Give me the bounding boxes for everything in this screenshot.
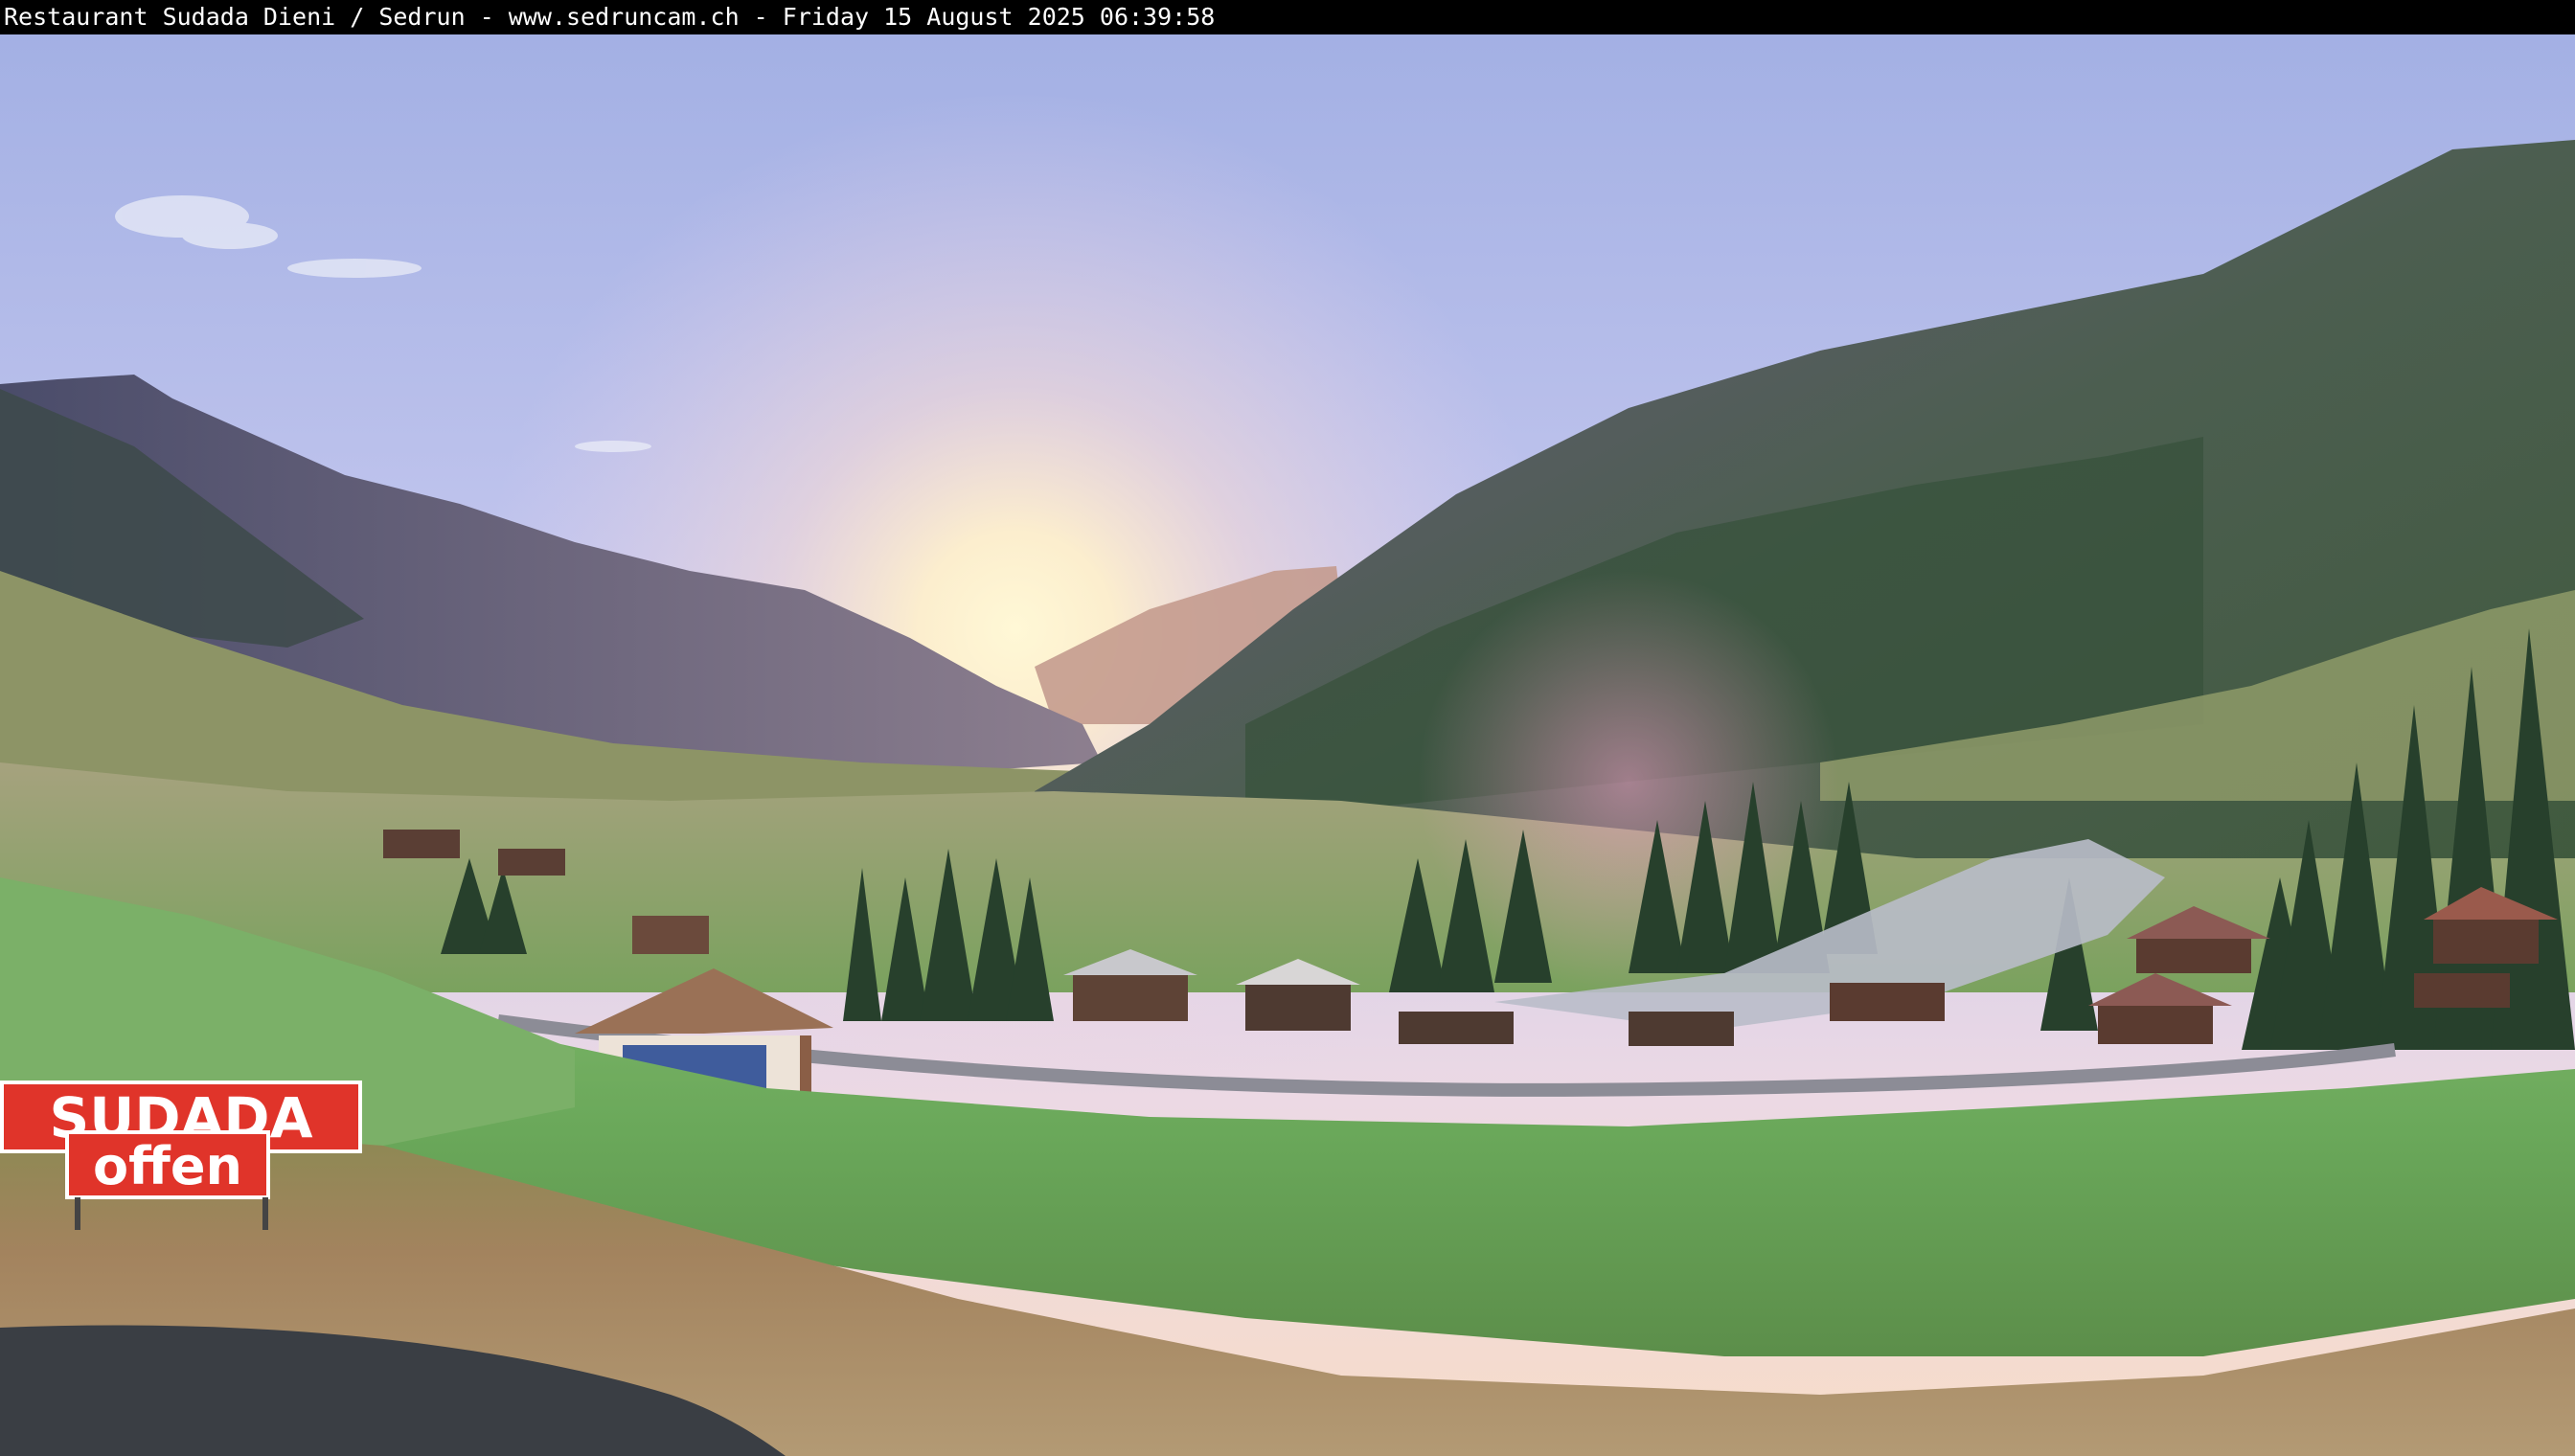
landscape-scene: SUDADA offen (0, 34, 2575, 1456)
caption-bar: Restaurant Sudada Dieni / Sedrun - www.s… (0, 0, 2575, 34)
webcam-view: Restaurant Sudada Dieni / Sedrun - www.s… (0, 0, 2575, 1456)
sign-status: offen (93, 1136, 242, 1196)
caption-text: Restaurant Sudada Dieni / Sedrun - www.s… (4, 3, 1216, 31)
